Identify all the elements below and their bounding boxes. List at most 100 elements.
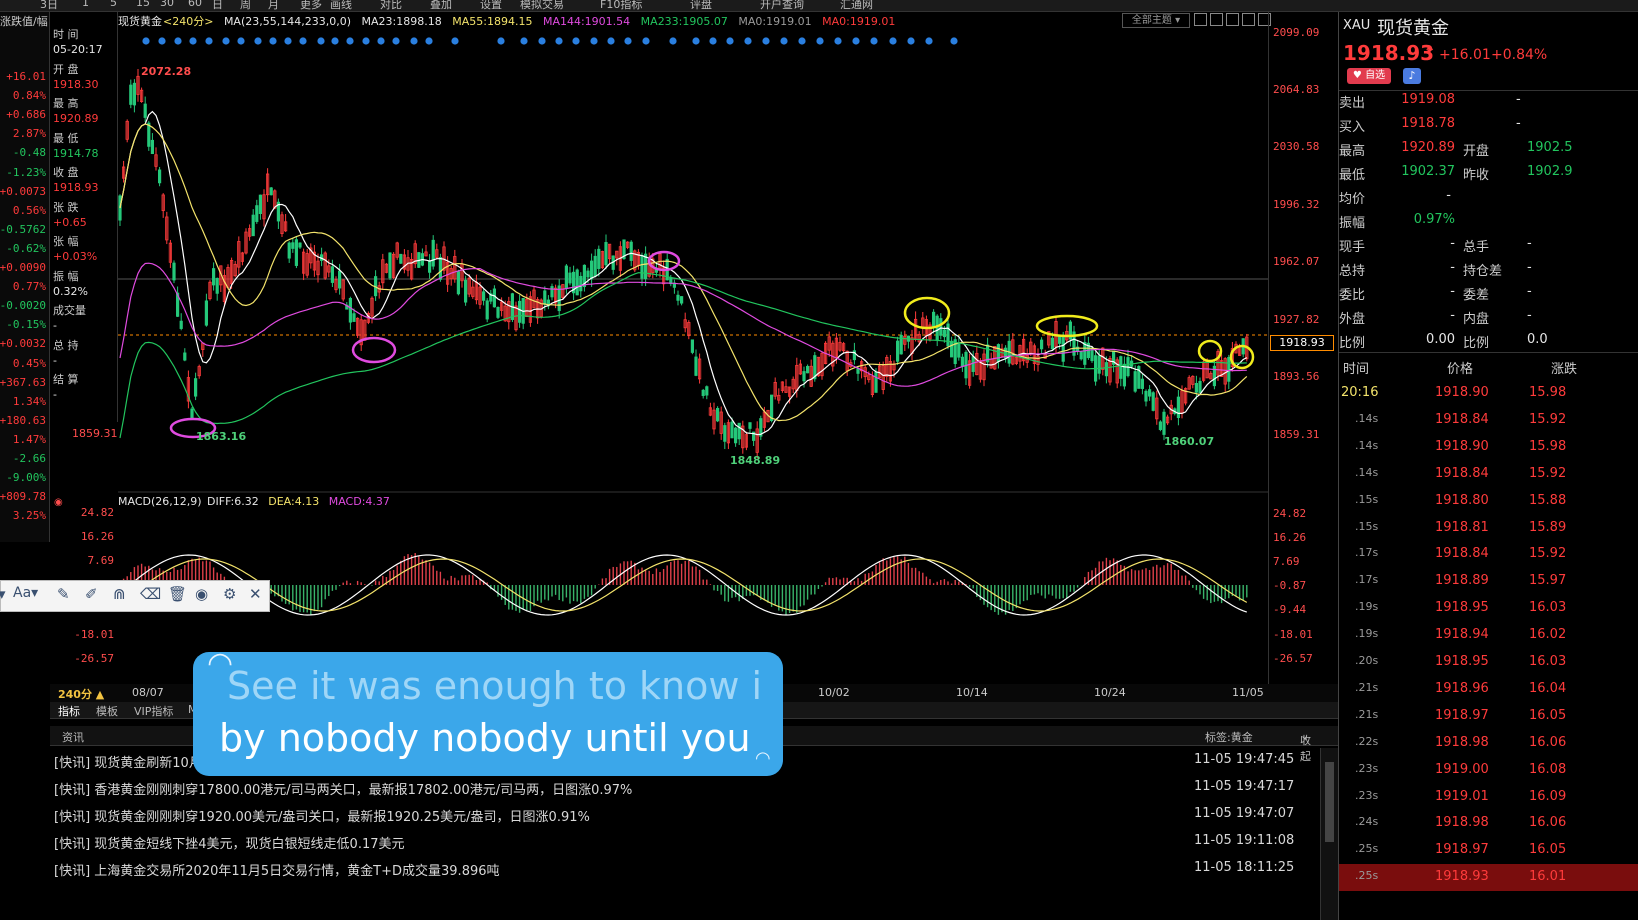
news-scrollbar[interactable]	[1320, 748, 1338, 920]
tick-row: .21s 1918.97 16.05	[1339, 703, 1638, 730]
news-row[interactable]: [快讯] 现货黄金刚刚刺穿1920.00美元/盎司关口，最新报1920.25美元…	[54, 802, 1316, 829]
candle-body	[212, 268, 216, 286]
menu-item[interactable]: 叠加	[430, 0, 452, 11]
menu-item[interactable]: 更多	[300, 0, 322, 11]
period-selector[interactable]: 240分 ▲	[58, 686, 104, 702]
menu-item[interactable]: 5	[110, 0, 117, 9]
tick-time: .21s	[1355, 680, 1379, 694]
macd-left-tick: 24.82	[80, 506, 114, 519]
indicator-tab[interactable]: 指标	[58, 703, 80, 719]
annotation-high: 2072.28	[141, 65, 191, 78]
tick-time: .17s	[1355, 546, 1379, 560]
candle-body	[579, 275, 583, 292]
left-value: -0.48	[12, 146, 46, 160]
date-tick: 08/07	[132, 686, 164, 699]
menu-item[interactable]: 30	[160, 0, 174, 9]
info-value: 1914.78	[53, 146, 99, 160]
info-value: 1920.89	[53, 112, 99, 125]
tick-price: 1918.81	[1435, 519, 1489, 535]
macd-title[interactable]: MACD(26,12,9)	[118, 495, 202, 508]
menu-item[interactable]: 1	[82, 0, 89, 9]
tick-time: .19s	[1355, 627, 1379, 641]
candle-body	[946, 323, 950, 347]
drawing-toolbar[interactable]: ▾ Aa▾ ✎ ✐ ⋒ ⌫ 🗑 ◉ ⚙ ✕	[0, 580, 270, 612]
menu-item[interactable]: 3日	[40, 0, 58, 11]
candle-body	[179, 320, 183, 329]
news-text[interactable]: [快讯] 现货黄金刷新10月	[54, 752, 202, 771]
signal-dot	[834, 37, 842, 45]
signal-dot	[142, 37, 150, 45]
favorite-button[interactable]: ♥ 自选	[1347, 68, 1391, 84]
news-row[interactable]: [快讯] 现货黄金短线下挫4美元，现货白银短线走低0.17美元 11-05 19:…	[54, 829, 1316, 856]
candle-body	[1151, 392, 1155, 411]
left-axis-price: 1859.31	[72, 427, 118, 440]
font-icon[interactable]: Aa▾	[13, 585, 38, 601]
menu-item[interactable]: F10指标	[600, 0, 642, 11]
last-price: 1918.93	[1343, 41, 1435, 65]
arrow-left-icon[interactable]: ▾	[0, 585, 6, 603]
menu-item[interactable]: 设置	[480, 0, 502, 11]
tick-time: .25s	[1355, 869, 1379, 883]
news-text[interactable]: [快讯] 现货黄金刚刚刺穿1920.00美元/盎司关口，最新报1920.25美元…	[54, 806, 590, 825]
candle-body	[291, 242, 295, 249]
signal-dot	[331, 37, 339, 45]
marker-icon[interactable]: ✐	[85, 585, 98, 603]
tick-row: .15s 1918.81 15.89	[1339, 515, 1638, 542]
menu-item[interactable]: 开户查询	[760, 0, 804, 11]
tick-time: .15s	[1355, 519, 1379, 533]
quote-label: 比例	[1339, 336, 1366, 351]
news-row[interactable]: [快讯] 上海黄金交易所2020年11月5日交易行情，黄金T+D成交量39.89…	[54, 856, 1316, 883]
quote-label: 卖出	[1339, 96, 1366, 111]
eye-icon[interactable]: ◉	[195, 585, 208, 603]
menu-item[interactable]: 日	[212, 0, 223, 11]
signal-dot	[269, 37, 277, 45]
close-icon[interactable]: ✕	[249, 585, 262, 603]
tick-time: .21s	[1355, 707, 1379, 721]
menu-item[interactable]: 模拟交易	[520, 0, 564, 11]
tick-row: .25s 1918.97 16.05	[1339, 837, 1638, 864]
news-text[interactable]: [快讯] 香港黄金刚刚刺穿17800.00港元/司马两关口，最新报17802.0…	[54, 779, 632, 798]
menu-item[interactable]: 画线	[330, 0, 352, 11]
candle-body	[132, 82, 136, 106]
left-change-column: 涨跌值/幅 +16.01 0.84% +0.686 2.87% -0.48 -1.23% +…	[0, 12, 50, 542]
info-label: 最 低	[53, 131, 79, 145]
news-text[interactable]: [快讯] 现货黄金短线下挫4美元，现货白银短线走低0.17美元	[54, 833, 405, 852]
candle-body	[806, 365, 810, 374]
price-tick: 1962.07	[1273, 255, 1320, 268]
left-value: 1.47%	[12, 432, 46, 446]
tick-row: .17s 1918.89 15.97	[1339, 568, 1638, 595]
candle-body	[604, 242, 608, 266]
left-value: +367.63	[0, 375, 46, 389]
menu-item[interactable]: 15	[136, 0, 150, 9]
candle-body	[269, 187, 273, 196]
gear-icon[interactable]: ⚙	[223, 585, 236, 603]
news-time: 11-05 19:47:17	[1194, 779, 1295, 794]
indicator-tab[interactable]: 模板	[96, 703, 118, 719]
magnet-icon[interactable]: ⋒	[113, 585, 126, 603]
menu-item[interactable]: 60	[188, 0, 202, 9]
news-row[interactable]: [快讯] 香港黄金刚刚刺穿17800.00港元/司马两关口，最新报17802.0…	[54, 775, 1316, 802]
pencil-icon[interactable]: ✎	[57, 585, 70, 603]
news-text[interactable]: [快讯] 上海黄金交易所2020年11月5日交易行情，黄金T+D成交量39.89…	[54, 860, 500, 879]
news-collapse[interactable]: 收起 ⌄	[1300, 729, 1311, 763]
candle-body	[939, 318, 943, 336]
news-title[interactable]: 资讯	[62, 729, 84, 745]
eraser-icon[interactable]: ⌫	[140, 585, 161, 603]
candle-body	[1097, 355, 1101, 374]
candle-body	[1040, 339, 1044, 350]
menu-item[interactable]: 周	[240, 0, 251, 11]
menu-item[interactable]: 评盘	[690, 0, 712, 11]
trash-icon[interactable]: 🗑	[168, 585, 187, 603]
scroll-thumb[interactable]	[1325, 762, 1334, 842]
kline-chart[interactable]: 2072.28 1863.16 1848.89 1860.07	[118, 12, 1268, 688]
news-tag[interactable]: 标签:黄金	[1205, 729, 1253, 745]
candle-body	[568, 272, 572, 284]
menu-item[interactable]: 汇通网	[840, 0, 873, 11]
menu-item[interactable]: 对比	[380, 0, 402, 11]
bell-icon[interactable]: ♪	[1403, 68, 1421, 84]
indicator-tab[interactable]: VIP指标	[134, 703, 173, 719]
signal-dot	[425, 37, 433, 45]
menu-item[interactable]: 月	[268, 0, 279, 11]
tick-price: 1918.97	[1435, 707, 1489, 723]
signal-dot	[222, 37, 230, 45]
